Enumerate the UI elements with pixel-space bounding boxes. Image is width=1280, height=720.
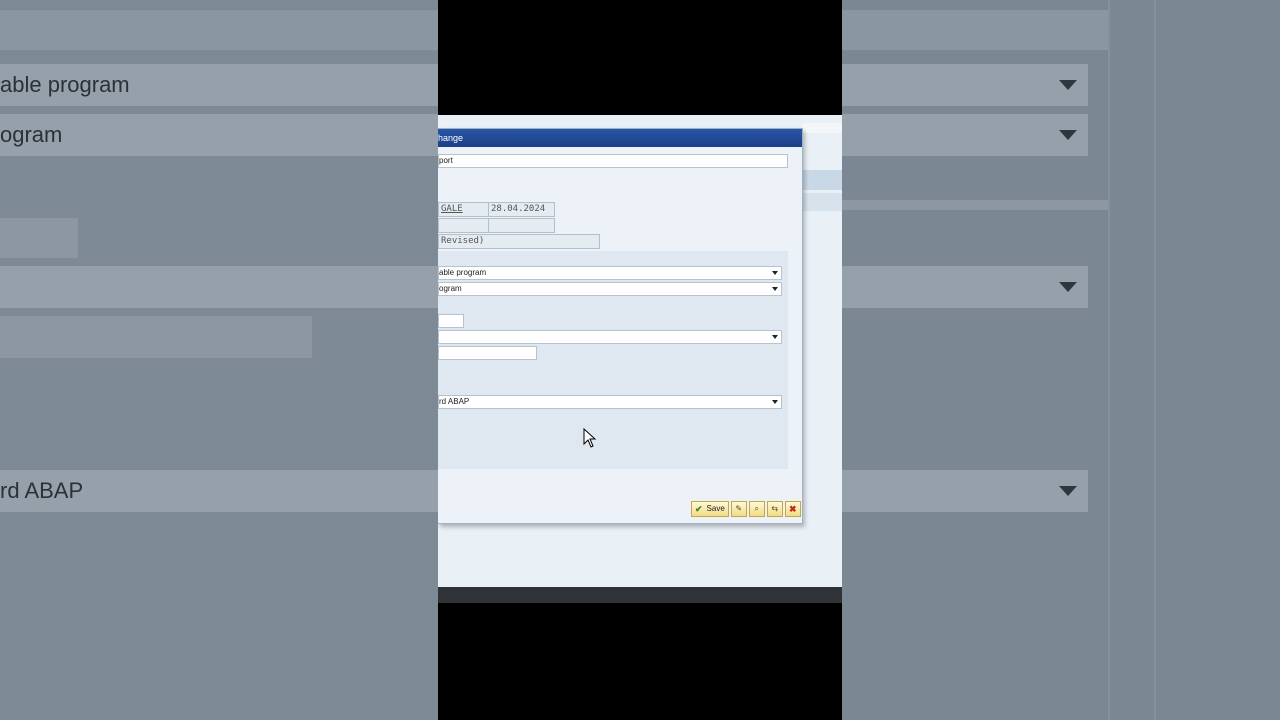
- chevron-down-icon: [1059, 130, 1077, 140]
- chevron-down-icon: [772, 400, 778, 404]
- transport-button[interactable]: ⇆: [766, 501, 783, 517]
- background-right: [842, 0, 1280, 720]
- status-dropdown[interactable]: ogram: [438, 282, 782, 296]
- arrows-icon: ⇆: [771, 504, 779, 513]
- program-attributes-dialog: hange port GALE 28.04.2024 Revised) able…: [438, 128, 803, 524]
- package-input[interactable]: [438, 346, 537, 360]
- created-on-field: 28.04.2024: [488, 202, 555, 217]
- window-topline: [802, 123, 842, 133]
- magnifier-icon: ⌕: [754, 504, 760, 513]
- save-button-label: Save: [706, 504, 725, 513]
- chevron-down-icon: [1059, 282, 1077, 292]
- bg-band: [0, 10, 438, 50]
- bg-field-language-text: rd ABAP: [0, 478, 84, 503]
- type-dropdown[interactable]: able program: [438, 266, 782, 280]
- video-frame: hange port GALE 28.04.2024 Revised) able…: [438, 0, 842, 720]
- attributes-panel: able program ogram rd ABAP: [438, 251, 788, 469]
- application-input[interactable]: [438, 314, 464, 328]
- created-on-value: 28.04.2024: [491, 204, 546, 214]
- bg-field-language: rd ABAP: [0, 470, 438, 512]
- checkmark-icon: ✔: [695, 504, 703, 514]
- chevron-down-icon: [1059, 486, 1077, 496]
- chevron-down-icon: [1059, 80, 1077, 90]
- bg-field-small: [0, 218, 78, 258]
- background-left: able program ogram rd ABAP: [0, 0, 438, 720]
- bg-field-status: ogram: [0, 114, 438, 156]
- dialog-titlebar[interactable]: hange: [438, 129, 802, 147]
- bg-field-type-text: able program: [0, 72, 130, 97]
- bg-dropdown-4: [842, 470, 1088, 512]
- bg-band: [842, 10, 1108, 50]
- chevron-down-icon: [772, 335, 778, 339]
- window-stripe: [798, 193, 842, 211]
- changed-by-field: [438, 218, 489, 233]
- status-value: Revised): [441, 236, 485, 246]
- title-input-text: port: [439, 156, 453, 165]
- chevron-down-icon: [772, 271, 778, 275]
- close-icon: ✖: [789, 504, 797, 514]
- authorization-dropdown[interactable]: [438, 330, 782, 344]
- pencil-icon: ✎: [735, 504, 743, 513]
- created-by-field: GALE: [438, 202, 489, 217]
- status-field: Revised): [438, 234, 600, 249]
- changed-on-field: [488, 218, 555, 233]
- window-statusbar: [438, 587, 842, 603]
- bg-dropdown-2: [842, 114, 1088, 156]
- created-by-value: GALE: [441, 204, 463, 214]
- bg-band-2: [842, 200, 1108, 210]
- window-stripe: [798, 170, 842, 190]
- bg-divider: [1154, 0, 1156, 720]
- status-dropdown-text: ogram: [439, 284, 462, 293]
- bg-dropdown-3: [842, 266, 1088, 308]
- edit-button[interactable]: ✎: [730, 501, 747, 517]
- type-dropdown-text: able program: [439, 268, 487, 277]
- language-version-dropdown[interactable]: rd ABAP: [438, 395, 782, 409]
- bg-field-medium: [0, 316, 312, 358]
- chevron-down-icon: [772, 287, 778, 291]
- save-button[interactable]: ✔ Save: [691, 501, 729, 517]
- bg-field-blank: [0, 266, 438, 308]
- language-dropdown-text: rd ABAP: [439, 397, 470, 406]
- bg-divider: [1108, 0, 1110, 720]
- dialog-title: hange: [438, 133, 464, 143]
- cancel-button[interactable]: ✖: [784, 501, 801, 517]
- bg-field-status-text: ogram: [0, 122, 63, 147]
- find-button[interactable]: ⌕: [748, 501, 765, 517]
- bg-dropdown-1: [842, 64, 1088, 106]
- bg-field-type: able program: [0, 64, 438, 106]
- dialog-button-bar: ✔ Save ✎ ⌕ ⇆ ✖: [691, 501, 801, 517]
- title-input[interactable]: port: [438, 154, 788, 168]
- mouse-cursor-icon: [583, 428, 597, 448]
